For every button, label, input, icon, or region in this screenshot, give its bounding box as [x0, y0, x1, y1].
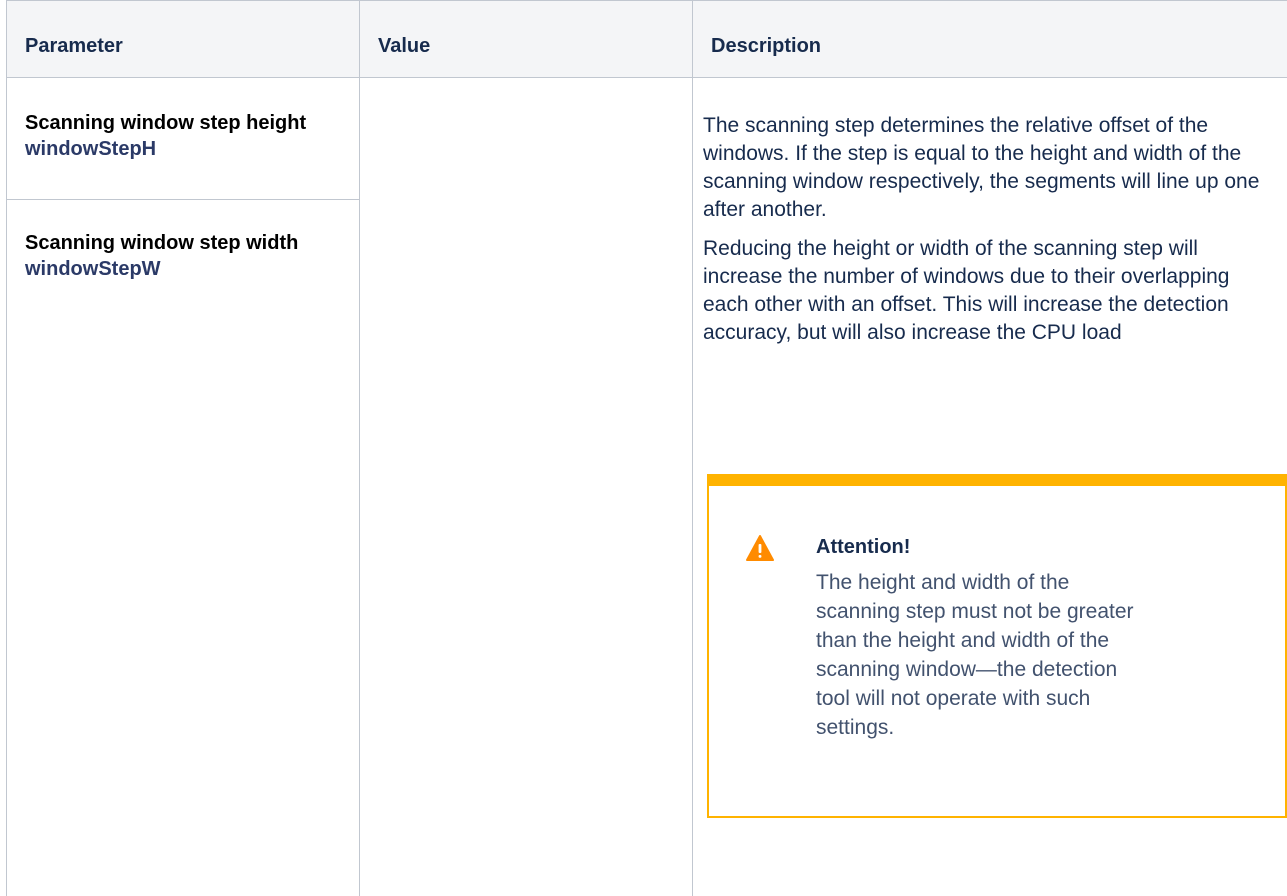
parameter-code: windowStepH	[25, 138, 157, 160]
header-value: Value	[359, 1, 692, 77]
parameter-name: Scanning window step height	[25, 112, 307, 134]
parameter-code: windowStepW	[25, 258, 161, 280]
attention-panel: Attention! The height and width of the s…	[707, 474, 1287, 818]
parameter-cell-step-height: Scanning window step height windowStepH	[7, 110, 359, 199]
parameter-name: Scanning window step width	[25, 232, 299, 254]
warning-icon	[746, 535, 774, 561]
panel-title: Attention!	[816, 536, 911, 558]
column-divider	[692, 78, 693, 896]
parameter-cell-step-width: Scanning window step width windowStepW	[7, 230, 359, 282]
row-divider	[7, 199, 359, 200]
description-cell: The scanning step determines the relativ…	[703, 112, 1269, 358]
description-paragraph: The scanning step determines the relativ…	[703, 114, 1260, 221]
panel-body: The height and width of the scanning ste…	[816, 571, 1134, 739]
header-description: Description	[692, 1, 1287, 77]
table-header-row: Parameter Value Description	[7, 0, 1287, 78]
header-parameter: Parameter	[25, 35, 123, 57]
column-divider	[359, 78, 360, 896]
description-paragraph: Reducing the height or width of the scan…	[703, 237, 1230, 344]
